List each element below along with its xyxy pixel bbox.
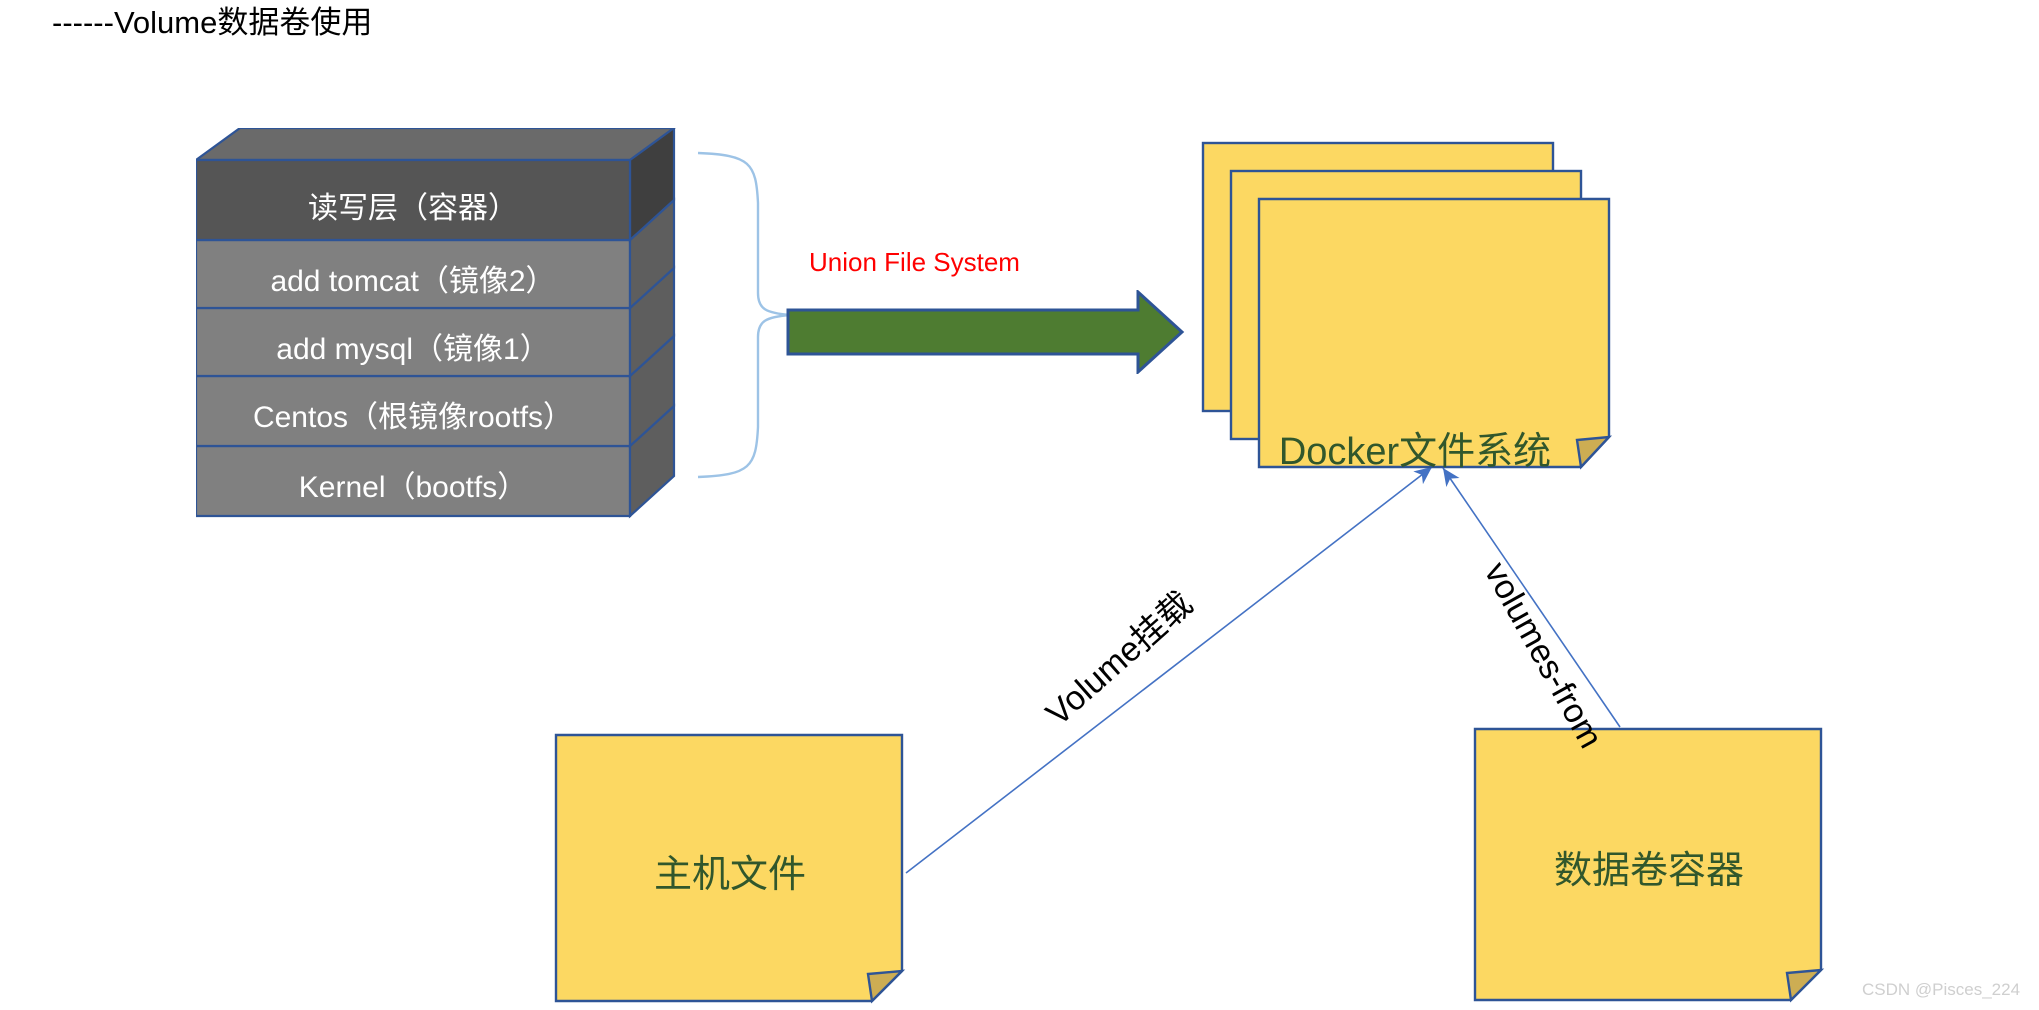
data-volume-container-card-fold [1785, 968, 1825, 1003]
layer-stack-shapes [196, 128, 676, 519]
docker-filesystem-card-stack[interactable]: Docker文件系统 [1195, 135, 1635, 495]
host-file-card-fold [866, 969, 906, 1004]
docker-card-fold [1575, 435, 1613, 470]
csdn-watermark: CSDN @Pisces_224 [1862, 980, 2021, 999]
curly-brace [697, 151, 791, 479]
diagram-canvas: ------Volume数据卷使用 读写层（容器） add tomcat（镜像2… [0, 0, 2039, 1010]
docker-filesystem-label: Docker文件系统 [1278, 431, 1552, 473]
connector-volume-mount [905, 466, 1433, 874]
docker-layer-stack: 读写层（容器） add tomcat（镜像2） add mysql（镜像1） C… [196, 128, 676, 519]
host-file-card-shape [554, 733, 906, 1004]
data-volume-container-card-shape [1473, 727, 1825, 1003]
layer-shape-rw [196, 128, 676, 243]
union-file-system-label: Union File System [809, 247, 1020, 277]
union-file-system-arrow [786, 290, 1185, 374]
host-file-card[interactable]: 主机文件 [554, 733, 906, 1005]
data-volume-container-card[interactable]: 数据卷容器 [1473, 727, 1825, 1004]
